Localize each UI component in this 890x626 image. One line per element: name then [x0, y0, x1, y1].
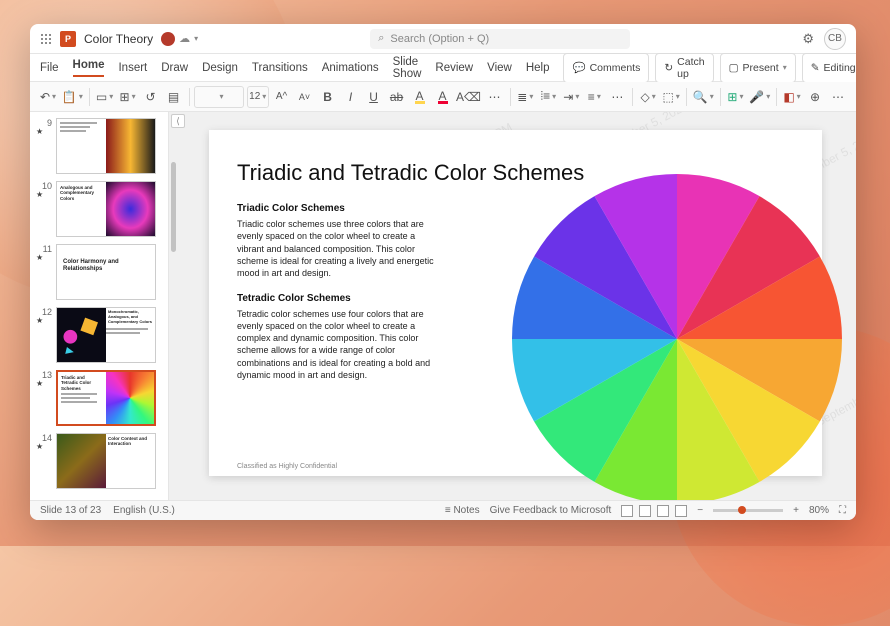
menu-view[interactable]: View	[487, 62, 512, 74]
font-size-button[interactable]: 12▾	[247, 86, 269, 108]
menu-file[interactable]: File	[40, 62, 59, 74]
increase-font-button[interactable]: A^	[272, 86, 292, 108]
thumbnail-11[interactable]: 11★ Color Harmony and Relationships	[30, 242, 168, 302]
font-family-button[interactable]: ▾	[194, 86, 244, 108]
editing-button[interactable]: ✎Editing▾	[802, 53, 856, 83]
cloud-sync-icon[interactable]: ☁	[179, 32, 190, 45]
sensitivity-button[interactable]: ◧▾	[782, 86, 802, 108]
titlebar: P Color Theory ☁ ▾ ⌕ Search (Option + Q)…	[30, 24, 856, 54]
arrange-button[interactable]: ⬚▾	[661, 86, 681, 108]
catchup-button[interactable]: ↻Catch up	[655, 53, 713, 83]
catchup-icon: ↻	[664, 62, 673, 74]
search-input[interactable]: ⌕ Search (Option + Q)	[370, 29, 630, 49]
present-icon: ▢	[729, 62, 739, 74]
sorter-view-icon[interactable]	[639, 505, 651, 517]
language-indicator[interactable]: English (U.S.)	[113, 505, 175, 516]
color-wheel-image[interactable]	[512, 174, 842, 500]
designer-button[interactable]: ⊞▾	[725, 86, 745, 108]
menu-bar: File Home Insert Draw Design Transitions…	[30, 54, 856, 82]
vertical-scrollbar[interactable]	[171, 122, 177, 490]
chevron-down-icon: ▾	[783, 63, 787, 72]
thumbnail-9[interactable]: 9★	[30, 116, 168, 176]
italic-button[interactable]: I	[341, 86, 361, 108]
section-button[interactable]: ▤	[164, 86, 184, 108]
menu-insert[interactable]: Insert	[118, 62, 147, 74]
numbering-button[interactable]: ⦙≡▾	[538, 86, 558, 108]
zoom-slider[interactable]	[713, 509, 783, 512]
slide-counter[interactable]: Slide 13 of 23	[40, 505, 101, 516]
slide-thumbnail-panel: 9★ 10★ Analogous and Complementary Color…	[30, 112, 169, 500]
thumbnail-13[interactable]: 13★ Triadic and Tetradic Color Schemes	[30, 368, 168, 428]
settings-icon[interactable]: ⚙	[802, 31, 814, 47]
menu-home[interactable]: Home	[73, 59, 105, 77]
title-dropdown-icon[interactable]: ▾	[194, 34, 198, 43]
font-color-button[interactable]: A	[433, 86, 453, 108]
new-slide-button[interactable]: ▭▾	[95, 86, 115, 108]
align-button[interactable]: ≡▾	[584, 86, 604, 108]
more-font-button[interactable]: ⋯	[485, 86, 505, 108]
decrease-font-button[interactable]: A˅	[295, 86, 315, 108]
highlight-button[interactable]: A	[410, 86, 430, 108]
notes-button[interactable]: ≡ Notes	[445, 505, 480, 516]
menu-transitions[interactable]: Transitions	[252, 62, 308, 74]
menu-draw[interactable]: Draw	[161, 62, 188, 74]
zoom-in-button[interactable]: +	[793, 505, 799, 516]
addons-button[interactable]: ⊕	[805, 86, 825, 108]
section-body-1[interactable]: Triadic color schemes use three colors t…	[237, 218, 437, 279]
strike-button[interactable]: ab	[387, 86, 407, 108]
comments-button[interactable]: 💬Comments	[563, 53, 649, 83]
slideshow-view-icon[interactable]	[675, 505, 687, 517]
classification-label: Classified as Highly Confidential	[237, 463, 337, 470]
more-para-button[interactable]: ⋯	[607, 86, 627, 108]
status-bar: Slide 13 of 23 English (U.S.) ≡ Notes Gi…	[30, 500, 856, 520]
normal-view-icon[interactable]	[621, 505, 633, 517]
bold-button[interactable]: B	[318, 86, 338, 108]
thumbnail-12[interactable]: 12★ Monochromatic, Analogous, and Comple…	[30, 305, 168, 365]
app-launcher-icon[interactable]	[40, 33, 52, 45]
zoom-out-button[interactable]: −	[697, 505, 703, 516]
shapes-button[interactable]: ◇▾	[638, 86, 658, 108]
thumbnail-14[interactable]: 14★ Color Context and Interaction	[30, 431, 168, 491]
layout-button[interactable]: ⊞▾	[118, 86, 138, 108]
search-placeholder: Search (Option + Q)	[390, 33, 489, 45]
more-button[interactable]: ⋯	[828, 86, 848, 108]
user-avatar[interactable]: CB	[824, 28, 846, 50]
reading-view-icon[interactable]	[657, 505, 669, 517]
section-body-2[interactable]: Tetradic color schemes use four colors t…	[237, 308, 437, 381]
find-button[interactable]: 🔍▾	[692, 86, 715, 108]
slide-canvas[interactable]: ⟨ camille@mipsdkdemo.com September 5, 20…	[169, 112, 856, 500]
sensitivity-indicator-icon[interactable]	[161, 32, 175, 46]
pencil-icon: ✎	[811, 62, 820, 74]
reset-button[interactable]: ↺	[141, 86, 161, 108]
fit-to-window-button[interactable]: ⛶	[839, 505, 846, 516]
menu-animations[interactable]: Animations	[322, 62, 379, 74]
slide-content[interactable]: Triadic and Tetradic Color Schemes Triad…	[209, 130, 822, 476]
comment-icon: 💬	[572, 61, 585, 74]
menu-review[interactable]: Review	[435, 62, 473, 74]
indent-button[interactable]: ⇥▾	[561, 86, 581, 108]
feedback-button[interactable]: Give Feedback to Microsoft	[490, 505, 612, 516]
powerpoint-icon: P	[60, 31, 76, 47]
dictate-button[interactable]: 🎤▾	[748, 86, 771, 108]
document-title[interactable]: Color Theory	[84, 32, 153, 46]
zoom-level[interactable]: 80%	[809, 505, 829, 516]
search-icon: ⌕	[378, 32, 384, 45]
paste-button[interactable]: 📋▾	[61, 86, 84, 108]
menu-slideshow[interactable]: Slide Show	[393, 56, 422, 80]
clear-format-button[interactable]: A⌫	[456, 86, 482, 108]
underline-button[interactable]: U	[364, 86, 384, 108]
menu-help[interactable]: Help	[526, 62, 550, 74]
app-window: P Color Theory ☁ ▾ ⌕ Search (Option + Q)…	[30, 24, 856, 520]
undo-button[interactable]: ↶▾	[38, 86, 58, 108]
present-button[interactable]: ▢Present▾	[720, 53, 796, 83]
menu-design[interactable]: Design	[202, 62, 238, 74]
ribbon-toolbar: ↶▾ 📋▾ ▭▾ ⊞▾ ↺ ▤ ▾ 12▾ A^ A˅ B I U ab A A…	[30, 82, 856, 112]
thumbnail-10[interactable]: 10★ Analogous and Complementary Colors	[30, 179, 168, 239]
bullets-button[interactable]: ≣▾	[515, 86, 535, 108]
